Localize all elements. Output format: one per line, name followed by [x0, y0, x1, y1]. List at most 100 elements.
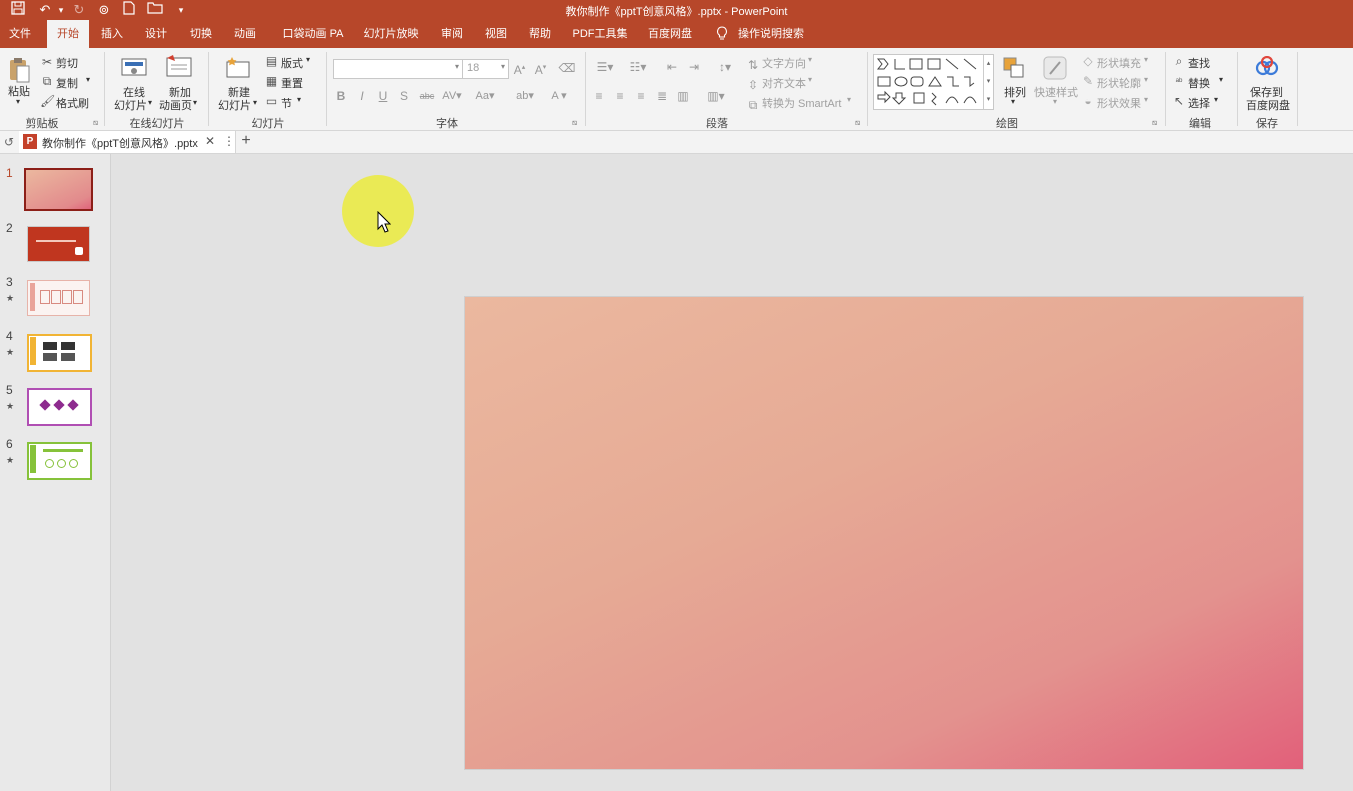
slide-thumbnail-2[interactable] — [27, 226, 90, 262]
new-tab-icon[interactable]: + — [238, 133, 254, 149]
convert-smartart-button[interactable]: 转换为 SmartArt — [762, 95, 841, 111]
close-tab-icon[interactable]: ✕ — [205, 134, 215, 148]
shapes-gallery[interactable]: ▴ ▾ ▾ — [873, 54, 994, 110]
layout-dropdown-icon[interactable]: ▾ — [306, 55, 310, 64]
format-painter-icon[interactable]: 🖌 — [40, 93, 55, 109]
new-slide-dropdown-icon[interactable]: ▾ — [253, 98, 257, 107]
tab-file[interactable]: 文件 — [2, 20, 38, 48]
tab-home[interactable]: 开始 — [47, 20, 89, 48]
slide-thumbnail-6[interactable] — [27, 442, 92, 480]
new-anim-dropdown-icon[interactable]: ▾ — [193, 98, 197, 107]
paragraph-launcher-icon[interactable]: ⧅ — [855, 118, 860, 128]
font-size-dropdown-icon[interactable]: ▾ — [501, 62, 505, 71]
shape-outline-dropdown-icon[interactable]: ▾ — [1144, 75, 1148, 84]
tab-insert[interactable]: 插入 — [97, 20, 127, 48]
slide-thumbnail-3[interactable] — [27, 280, 90, 316]
shape-outline-button[interactable]: 形状轮廓 — [1097, 75, 1141, 91]
highlight-icon[interactable]: ab▾ — [512, 88, 538, 104]
decrease-indent-icon[interactable]: ⇤ — [664, 59, 680, 75]
shapes-gallery-scroll[interactable]: ▴ ▾ ▾ — [983, 55, 993, 109]
section-icon[interactable]: ▭ — [264, 93, 279, 109]
slide-thumbnail-4[interactable] — [27, 334, 92, 372]
find-icon[interactable]: ⌕ — [1172, 53, 1186, 69]
character-spacing-icon[interactable]: AV▾ — [440, 88, 464, 104]
new-animation-page-icon[interactable] — [165, 54, 193, 80]
text-direction-icon[interactable]: ⇅ — [746, 57, 760, 73]
replace-icon[interactable]: ᵃᵇ — [1172, 73, 1186, 89]
layout-icon[interactable]: ▤ — [264, 53, 279, 69]
reset-icon[interactable]: ▦ — [264, 73, 279, 89]
reset-button[interactable]: 重置 — [281, 75, 303, 91]
document-tab[interactable]: P 教你制作《pptT创意风格》.pptx ✕ ⋮ — [19, 131, 236, 153]
slide-thumbnail-5[interactable] — [27, 388, 92, 426]
shape-fill-dropdown-icon[interactable]: ▾ — [1144, 55, 1148, 64]
online-slides-line2[interactable]: 幻灯片 — [114, 97, 147, 113]
columns-icon[interactable]: ▥▾ — [703, 88, 729, 104]
paste-dropdown-icon[interactable]: ▾ — [16, 97, 20, 106]
font-name-dropdown-icon[interactable]: ▾ — [455, 62, 459, 71]
underline-icon[interactable]: U — [376, 88, 390, 104]
tab-transitions[interactable]: 切换 — [186, 20, 216, 48]
scissors-icon[interactable]: ✂ — [40, 54, 54, 70]
format-painter-button[interactable]: 格式刷 — [56, 95, 89, 111]
online-slides-icon[interactable] — [120, 56, 148, 80]
find-button[interactable]: 查找 — [1188, 55, 1210, 71]
shapes-gallery-icons[interactable] — [874, 55, 984, 109]
layout-button[interactable]: 版式 — [281, 55, 303, 71]
align-text-button[interactable]: 对齐文本 — [762, 75, 806, 91]
align-text-dropdown-icon[interactable]: ▾ — [808, 75, 812, 84]
section-dropdown-icon[interactable]: ▾ — [297, 95, 301, 104]
align-left-icon[interactable]: ≡ — [592, 88, 606, 104]
tab-menu-icon[interactable]: ⋮ — [223, 134, 235, 148]
tab-view[interactable]: 视图 — [481, 20, 511, 48]
quick-styles-icon[interactable] — [1041, 54, 1069, 82]
smartart-icon[interactable]: ⧉ — [746, 97, 760, 113]
font-name-combo[interactable]: ▾ — [333, 59, 463, 79]
replace-button[interactable]: 替换 — [1188, 75, 1210, 91]
text-direction-dropdown-icon[interactable]: ▾ — [808, 55, 812, 64]
font-color-icon[interactable]: A ▾ — [546, 88, 572, 104]
smartart-dropdown-icon[interactable]: ▾ — [847, 95, 851, 104]
slide-thumbnail-1[interactable] — [24, 168, 93, 211]
tab-review[interactable]: 审阅 — [437, 20, 467, 48]
shape-effects-button[interactable]: 形状效果 — [1097, 95, 1141, 111]
align-text-icon[interactable]: ⇳ — [746, 77, 760, 93]
bold-icon[interactable]: B — [334, 88, 348, 104]
online-slides-dropdown-icon[interactable]: ▾ — [148, 98, 152, 107]
numbering-icon[interactable]: ☷▾ — [625, 59, 651, 75]
decrease-font-icon[interactable]: A▾ — [533, 60, 548, 78]
arrange-icon[interactable] — [1002, 56, 1026, 80]
cut-button[interactable]: 剪切 — [56, 55, 78, 71]
save-to-line2[interactable]: 百度网盘 — [1246, 97, 1290, 113]
quick-styles-dropdown-icon[interactable]: ▾ — [1053, 97, 1057, 106]
align-right-icon[interactable]: ≡ — [634, 88, 648, 104]
baidu-netdisk-icon[interactable] — [1255, 55, 1279, 78]
change-case-icon[interactable]: Aa▾ — [472, 88, 498, 104]
tab-pocket-animation[interactable]: 口袋动画 PA — [280, 20, 346, 48]
shadow-icon[interactable]: S — [397, 88, 411, 104]
tab-design[interactable]: 设计 — [141, 20, 171, 48]
tab-slideshow[interactable]: 幻灯片放映 — [362, 20, 420, 48]
shape-effects-dropdown-icon[interactable]: ▾ — [1144, 95, 1148, 104]
new-slide-icon[interactable] — [224, 56, 252, 80]
clipboard-launcher-icon[interactable]: ⧅ — [93, 118, 98, 128]
tell-me-search[interactable]: 操作说明搜索 — [735, 20, 807, 48]
increase-indent-icon[interactable]: ⇥ — [686, 59, 702, 75]
select-dropdown-icon[interactable]: ▾ — [1214, 95, 1218, 104]
shape-fill-icon[interactable]: ◇ — [1081, 53, 1095, 69]
justify-icon[interactable]: ≣ — [655, 88, 669, 104]
tab-history-icon[interactable]: ↺ — [1, 134, 17, 150]
new-anim-line2[interactable]: 动画页 — [159, 97, 192, 113]
shape-outline-icon[interactable]: ✎ — [1081, 73, 1095, 89]
clear-formatting-icon[interactable]: ⌫ — [558, 60, 576, 76]
tab-pdf-tools[interactable]: PDF工具集 — [570, 20, 630, 48]
lightbulb-icon[interactable] — [713, 20, 731, 48]
replace-dropdown-icon[interactable]: ▾ — [1219, 75, 1223, 84]
current-slide[interactable] — [464, 296, 1304, 770]
copy-button[interactable]: 复制 — [56, 75, 78, 91]
new-slide-line2[interactable]: 幻灯片 — [218, 97, 251, 113]
line-spacing-icon[interactable]: ↕▾ — [712, 59, 738, 75]
tab-baidu-netdisk[interactable]: 百度网盘 — [645, 20, 695, 48]
shape-effects-icon[interactable]: ◒ — [1081, 93, 1095, 109]
bullets-icon[interactable]: ☰▾ — [592, 59, 618, 75]
